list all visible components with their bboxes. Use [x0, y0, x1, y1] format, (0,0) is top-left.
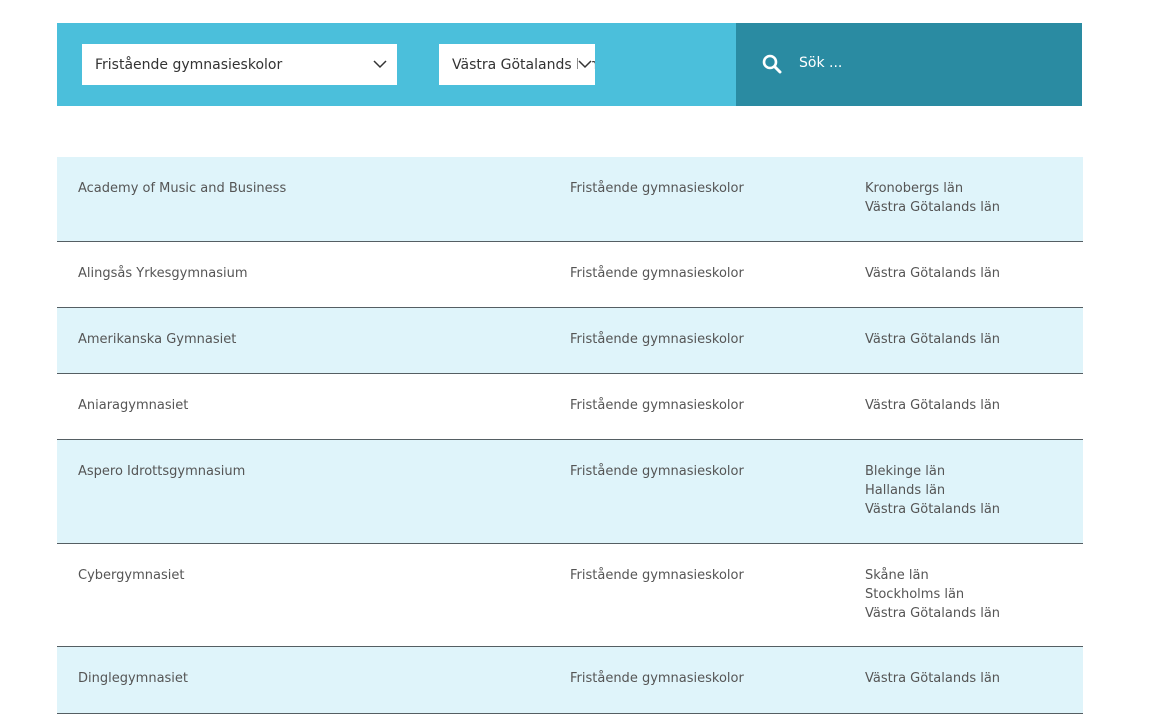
region-label: Västra Götalands län [865, 398, 1001, 413]
school-type: Fristående gymnasieskolor [570, 266, 744, 281]
school-type: Fristående gymnasieskolor [570, 398, 744, 413]
school-regions: Västra Götalands län [865, 264, 1000, 283]
school-type-select-value: Fristående gymnasieskolor [95, 56, 283, 73]
school-regions: Västra Götalands län [865, 396, 1000, 415]
region-label: Västra Götalands län [865, 332, 1001, 347]
school-regions: Kronobergs län Västra Götalands län [865, 179, 1000, 217]
school-type: Fristående gymnasieskolor [570, 181, 744, 196]
school-regions: Västra Götalands län [865, 669, 1000, 688]
region-label: Västra Götalands län [865, 671, 1001, 686]
region-label: Kronobergs län [865, 181, 964, 196]
school-type-select[interactable]: Fristående gymnasieskolor [82, 44, 397, 85]
school-row[interactable]: Dinglegymnasiet Fristående gymnasieskolor… [57, 647, 1083, 714]
region-label: Västra Götalands län [865, 502, 1001, 517]
region-label: Stockholms län [865, 587, 965, 602]
region-label: Västra Götalands län [865, 266, 1001, 281]
school-row[interactable]: Amerikanska Gymnasiet Fristående gymnasie… [57, 308, 1083, 374]
school-name[interactable]: Academy of Music and Business [78, 179, 286, 198]
region-label: Hallands län [865, 483, 946, 498]
region-label: Skåne län [865, 568, 929, 583]
region-select[interactable]: Västra Götalands län [439, 44, 595, 85]
school-row[interactable]: Aniaragymnasiet Fristående gymnasieskolor… [57, 374, 1083, 440]
school-row[interactable]: Cybergymnasiet Fristående gymnasieskolor S… [57, 544, 1083, 647]
school-regions: Skåne län Stockholms län Västra Götalands … [865, 566, 1000, 623]
region-label: Västra Götalands län [865, 606, 1001, 621]
school-type: Fristående gymnasieskolor [570, 568, 744, 583]
school-type: Fristående gymnasieskolor [570, 671, 744, 686]
search-field[interactable]: Sök ... [736, 23, 1082, 106]
school-row[interactable]: Academy of Music and Business Fristående … [57, 157, 1083, 242]
filter-panel: Fristående gymnasieskolor Västra Götalan… [57, 23, 736, 106]
school-name[interactable]: Alingsås Yrkesgymnasium [78, 264, 247, 283]
search-icon[interactable] [762, 54, 782, 74]
chevron-down-icon [373, 58, 387, 70]
search-placeholder: Sök ... [799, 55, 843, 71]
region-label: Blekinge län [865, 464, 946, 479]
school-regions: Västra Götalands län [865, 330, 1000, 349]
region-label: Västra Götalands län [865, 200, 1001, 215]
school-row[interactable]: Aspero Idrottsgymnasium Fristående gymnas… [57, 440, 1083, 544]
school-list: Academy of Music and Business Fristående … [57, 157, 1083, 714]
school-type: Fristående gymnasieskolor [570, 332, 744, 347]
school-name[interactable]: Aniaragymnasiet [78, 396, 188, 415]
school-name[interactable]: Amerikanska Gymnasiet [78, 330, 236, 349]
school-row[interactable]: Alingsås Yrkesgymnasium Fristående gymnas… [57, 242, 1083, 308]
region-select-value: Västra Götalands län [452, 56, 595, 73]
school-regions: Blekinge län Hallands län Västra Götalands… [865, 462, 1000, 519]
school-name[interactable]: Aspero Idrottsgymnasium [78, 462, 245, 481]
school-type: Fristående gymnasieskolor [570, 464, 744, 479]
school-name[interactable]: Cybergymnasiet [78, 566, 184, 585]
filter-bar: Fristående gymnasieskolor Västra Götalan… [57, 23, 1082, 106]
chevron-down-icon [578, 58, 592, 70]
school-name[interactable]: Dinglegymnasiet [78, 669, 188, 688]
